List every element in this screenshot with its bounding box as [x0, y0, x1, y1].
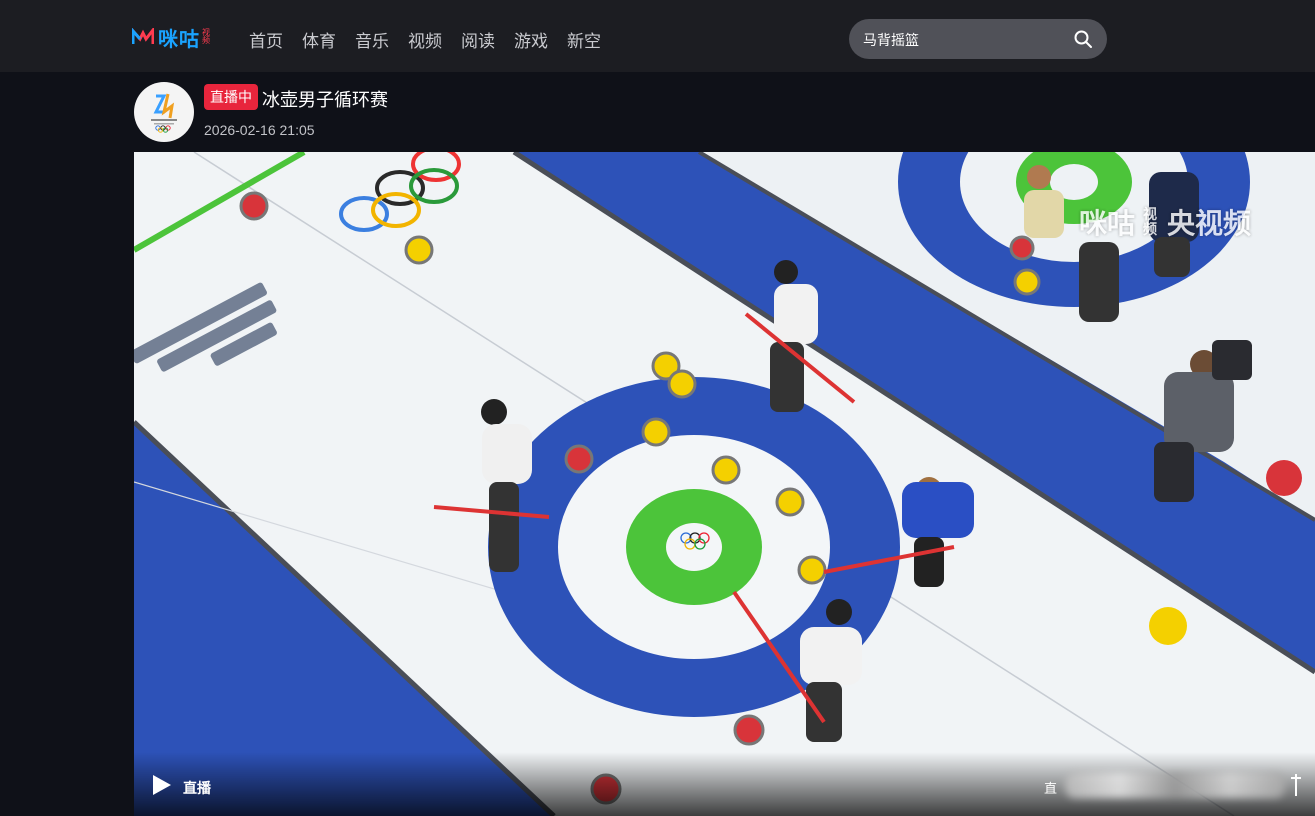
curling-broadcast-frame — [134, 152, 1315, 816]
logo-text: 咪咕 — [158, 28, 200, 51]
logo-subtext: 视频 — [202, 28, 210, 45]
stream-datetime: 2026-02-16 21:05 — [204, 122, 315, 138]
nav-item-video[interactable]: 视频 — [408, 27, 442, 52]
nav-item-games[interactable]: 游戏 — [514, 27, 548, 52]
watermark-sub: 视频 — [1142, 206, 1157, 237]
quality-button[interactable]: 直 — [1044, 778, 1057, 797]
live-indicator-label: 直播 — [183, 780, 211, 796]
live-status-badge: 直播中 — [204, 84, 258, 110]
main-nav: 首页 体育 音乐 视频 阅读 游戏 新空 — [249, 27, 601, 52]
watermark-partner: 央视频 — [1166, 208, 1251, 239]
watermark-brand: 咪咕 — [1078, 208, 1135, 239]
nav-item-music[interactable]: 音乐 — [355, 27, 389, 52]
player-controls: 直播 直 — [134, 752, 1315, 816]
video-player[interactable]: 咪咕 视频 央视频 直播 直 — [134, 152, 1315, 816]
broadcast-watermark: 咪咕 视频 央视频 — [1079, 202, 1251, 242]
nav-item-new-space[interactable]: 新空 — [567, 27, 601, 52]
fullscreen-icon[interactable] — [1287, 770, 1305, 800]
migu-logo-icon — [132, 28, 154, 44]
nav-item-sports[interactable]: 体育 — [302, 27, 336, 52]
stream-title: 冰壶男子循环赛 — [262, 90, 388, 110]
search-input[interactable] — [861, 29, 1065, 51]
play-icon[interactable] — [150, 774, 172, 796]
milano-cortina-emblem-icon — [151, 93, 177, 133]
nav-item-reading[interactable]: 阅读 — [461, 27, 495, 52]
channel-avatar[interactable] — [134, 82, 194, 142]
search-box — [849, 19, 1107, 59]
search-icon[interactable] — [1073, 29, 1093, 49]
blurred-controls-region — [1065, 772, 1285, 798]
nav-item-home[interactable]: 首页 — [249, 27, 283, 52]
top-navigation-bar: 咪咕 视频 首页 体育 音乐 视频 阅读 游戏 新空 — [0, 0, 1315, 72]
migu-logo[interactable]: 咪咕 视频 — [132, 24, 212, 51]
